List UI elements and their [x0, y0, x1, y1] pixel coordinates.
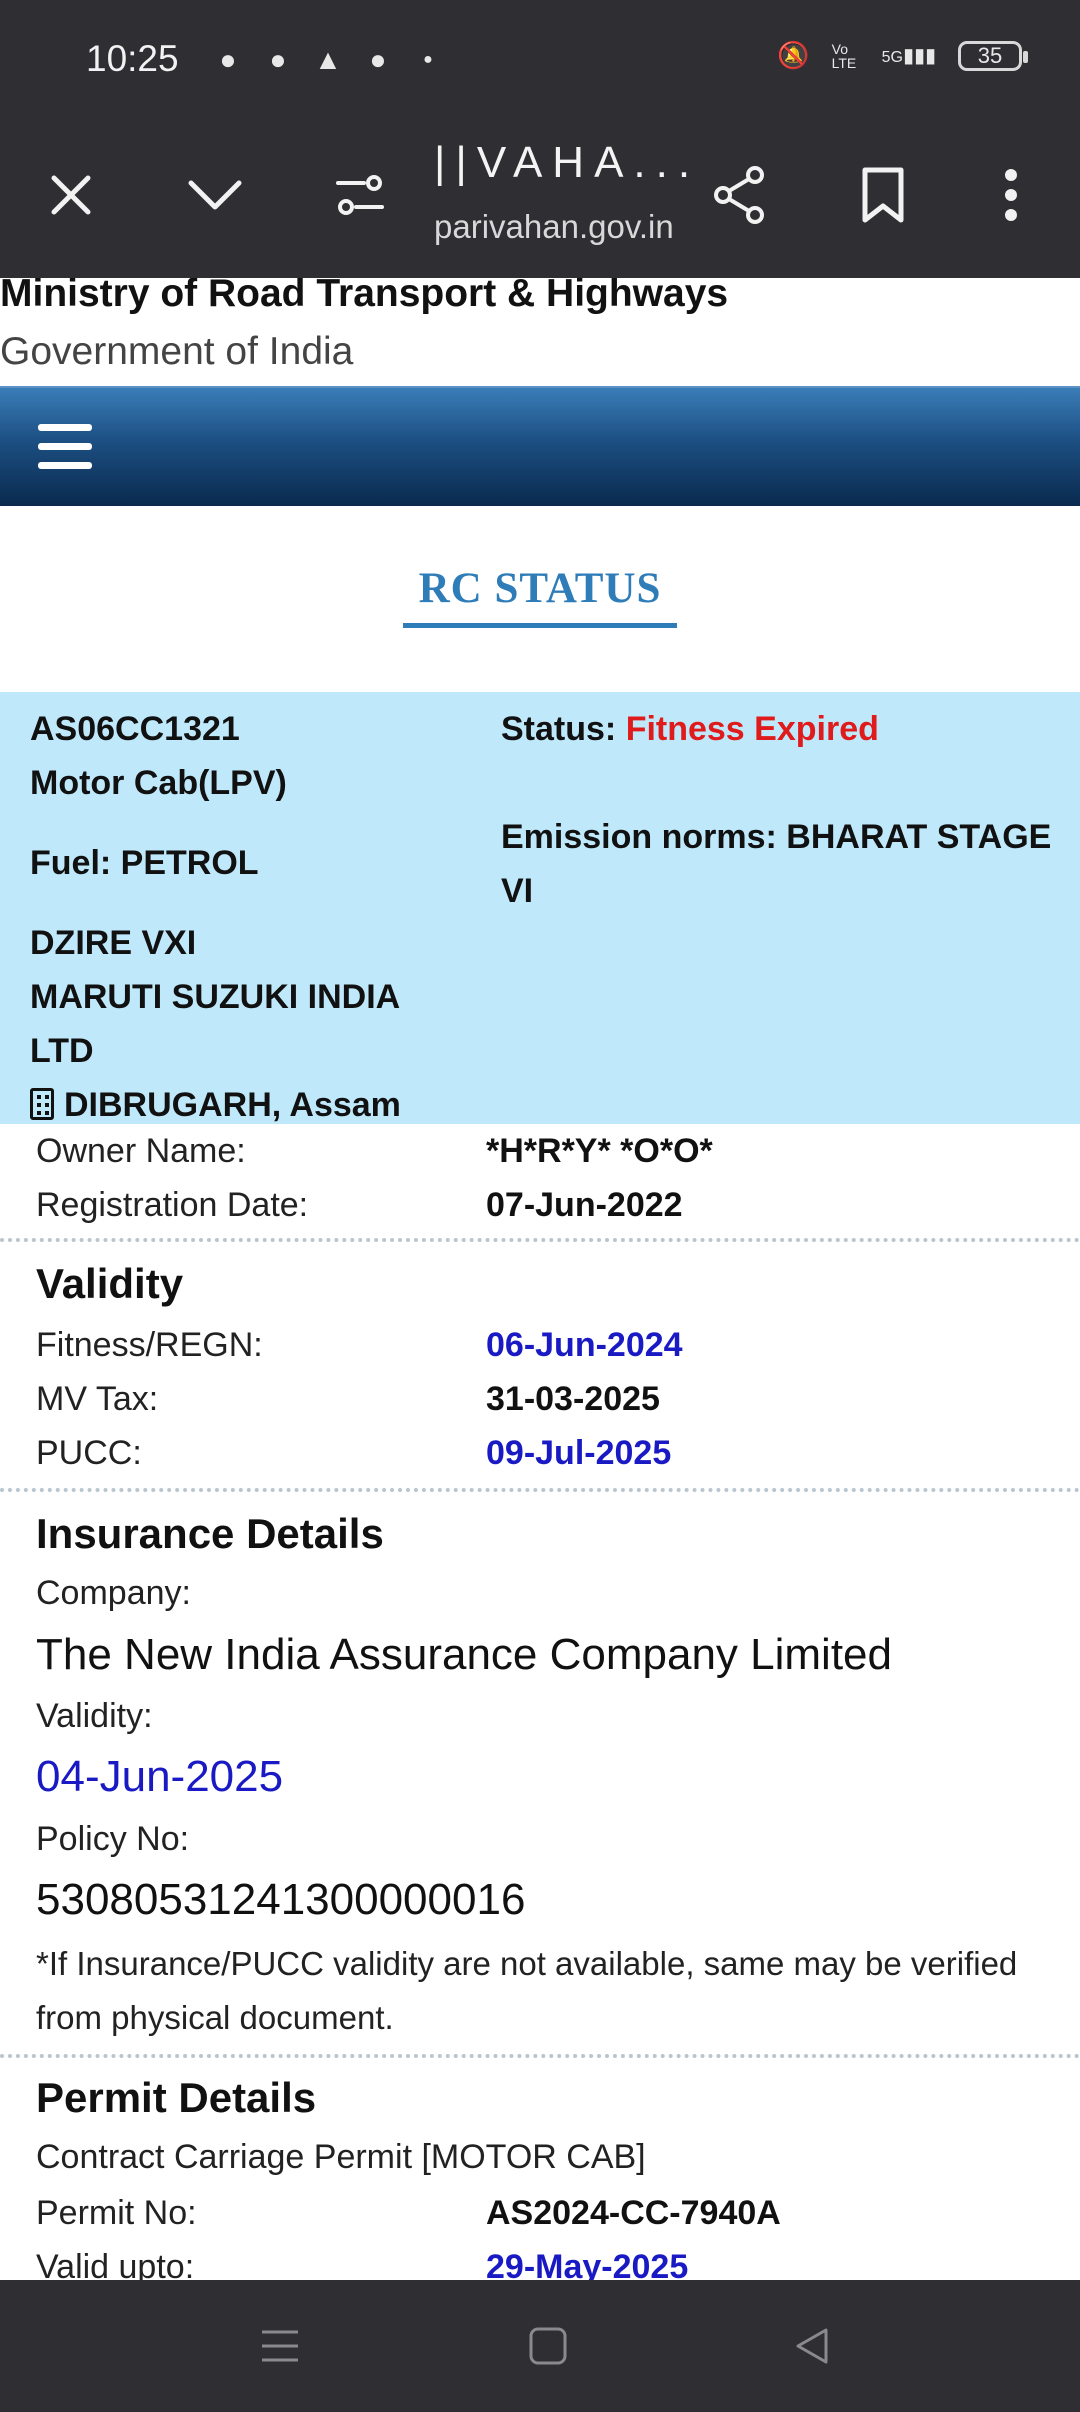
back-icon[interactable]: [790, 2324, 834, 2368]
hamburger-icon[interactable]: [38, 424, 92, 472]
vehicle-info-right: Status: Fitness Expired Emission norms: …: [501, 702, 1061, 918]
browser-url[interactable]: parivahan.gov.in: [434, 208, 674, 246]
more-vert-icon[interactable]: [976, 160, 1046, 230]
vehicle-maker-line1: MARUTI SUZUKI INDIA: [30, 978, 401, 1016]
recent-apps-icon[interactable]: [258, 2324, 302, 2368]
government-name: Government of India: [0, 330, 354, 373]
vehicle-class: Motor Cab(LPV): [30, 764, 287, 802]
mute-icon: 🔕: [777, 40, 810, 70]
system-icons: 🔕 Vo LTE 5G▮▮▮ 35: [777, 40, 1028, 71]
signal-icon: 5G▮▮▮: [881, 45, 936, 67]
insurance-note: *If Insurance/PUCC validity are not avai…: [36, 1945, 1018, 2036]
home-icon[interactable]: [526, 2324, 570, 2368]
insurance-validity-label: Validity:: [36, 1697, 153, 1735]
pucc-value: 09-Jul-2025: [486, 1434, 672, 1472]
owner-name-value: *H*R*Y* *O*O*: [486, 1132, 713, 1170]
mv-tax-value: 31-03-2025: [486, 1380, 660, 1418]
building-icon: [30, 1088, 54, 1120]
status-line: Status: Fitness Expired: [501, 702, 1061, 756]
tune-icon[interactable]: [325, 160, 395, 230]
chevron-down-icon[interactable]: [180, 160, 250, 230]
permit-number-label: Permit No:: [36, 2194, 197, 2232]
status-time: 10:25: [86, 38, 179, 79]
owner-name-label: Owner Name:: [36, 1132, 246, 1170]
site-navbar: [0, 386, 1080, 506]
location-pin-icon: ●: [369, 44, 387, 75]
bookmark-icon[interactable]: [848, 160, 918, 230]
location-text: DIBRUGARH, Assam: [64, 1086, 401, 1124]
site-header: Ministry of Road Transport & Highways Go…: [0, 278, 1080, 386]
permit-number-value: AS2024-CC-7940A: [486, 2194, 781, 2232]
more-notifications-icon: ●: [423, 51, 433, 68]
system-navigation-bar: [0, 2280, 1080, 2412]
policy-number-value: 53080531241300000016: [36, 1875, 526, 1924]
insurance-company-label: Company:: [36, 1574, 191, 1612]
insurance-validity-value: 04-Jun-2025: [36, 1752, 284, 1801]
share-icon[interactable]: [704, 160, 774, 230]
notification-icons: ● ● ▲ ● ●: [212, 44, 444, 76]
emission-norms-line1: Emission norms: BHARAT STAGE: [501, 818, 1052, 856]
permit-type: Contract Carriage Permit [MOTOR CAB]: [36, 2138, 646, 2176]
mv-tax-label: MV Tax:: [36, 1380, 159, 1418]
insurance-title: Insurance Details: [36, 1510, 384, 1557]
browser-page-title: ||VAHA...: [434, 138, 701, 187]
registration-date-value: 07-Jun-2022: [486, 1186, 683, 1224]
status-badge: Fitness Expired: [625, 710, 879, 748]
ministry-name: Ministry of Road Transport & Highways: [0, 278, 729, 315]
insurance-company-value: The New India Assurance Company Limited: [36, 1630, 892, 1679]
page-title: RC STATUS: [402, 540, 678, 628]
battery-icon: 35: [958, 40, 1028, 71]
emission-norms-line2: VI: [501, 872, 534, 910]
vehicle-summary-panel: AS06CC1321 Motor Cab(LPV) Fuel: PETROL D…: [0, 692, 1080, 1124]
fitness-label: Fitness/REGN:: [36, 1326, 263, 1364]
volte-icon: Vo LTE: [831, 40, 857, 71]
fitness-value: 06-Jun-2024: [486, 1326, 683, 1364]
vehicle-model: DZIRE VXI: [30, 924, 197, 962]
status-bar: 10:25 ● ● ▲ ● ● 🔕 Vo LTE 5G▮▮▮ 35: [0, 0, 1080, 120]
divider: [0, 1238, 1080, 1242]
pucc-label: PUCC:: [36, 1434, 142, 1472]
registration-date-label: Registration Date:: [36, 1186, 309, 1224]
divider: [0, 1488, 1080, 1492]
close-icon[interactable]: [36, 160, 106, 230]
validity-title: Validity: [36, 1260, 184, 1307]
network-type-label: 5G: [881, 49, 903, 66]
divider: [0, 2054, 1080, 2058]
browser-toolbar: ||VAHA... parivahan.gov.in: [0, 120, 1080, 278]
vehicle-info-left: AS06CC1321 Motor Cab(LPV) Fuel: PETROL D…: [30, 702, 470, 1132]
permit-title: Permit Details: [36, 2074, 317, 2121]
snapchat-icon: ●: [219, 44, 237, 75]
chat-icon: ●: [269, 44, 287, 75]
fuel-type: Fuel: PETROL: [30, 844, 259, 882]
vehicle-maker-line2: LTD: [30, 1032, 94, 1070]
registration-number: AS06CC1321: [30, 710, 240, 748]
status-label: Status:: [501, 710, 617, 748]
page-title-wrap: RC STATUS: [0, 540, 1080, 628]
app-icon: ▲: [314, 44, 342, 75]
policy-number-label: Policy No:: [36, 1820, 190, 1858]
